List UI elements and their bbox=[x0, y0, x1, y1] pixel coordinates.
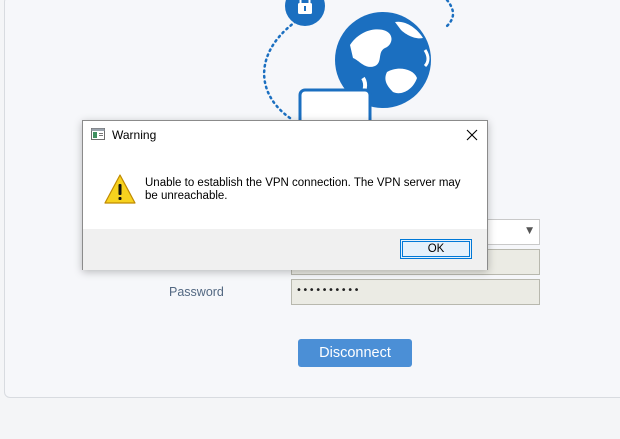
vpn-illustration bbox=[263, 0, 455, 125]
dialog-button-bar: OK bbox=[83, 229, 487, 270]
dialog-title: Warning bbox=[112, 128, 157, 142]
close-icon[interactable] bbox=[461, 124, 483, 146]
password-label: Password bbox=[169, 285, 224, 299]
chevron-down-icon[interactable]: ▼ bbox=[526, 226, 533, 236]
warning-triangle-icon bbox=[104, 174, 136, 204]
app-window-icon bbox=[91, 128, 105, 140]
lock-icon bbox=[285, 0, 325, 26]
vpn-client-window: ▼ Password •••••••••• Disconnect Warning bbox=[0, 0, 620, 439]
dialog-titlebar[interactable]: Warning bbox=[83, 121, 487, 149]
password-input[interactable]: •••••••••• bbox=[291, 279, 540, 305]
connection-arc-right bbox=[445, 0, 455, 28]
warning-dialog: Warning Unable to establish the VPN conn… bbox=[82, 120, 488, 270]
dialog-message: Unable to establish the VPN connection. … bbox=[145, 177, 461, 202]
password-value: •••••••••• bbox=[296, 285, 360, 296]
disconnect-button[interactable]: Disconnect bbox=[298, 339, 412, 367]
ok-button[interactable]: OK bbox=[400, 239, 472, 259]
